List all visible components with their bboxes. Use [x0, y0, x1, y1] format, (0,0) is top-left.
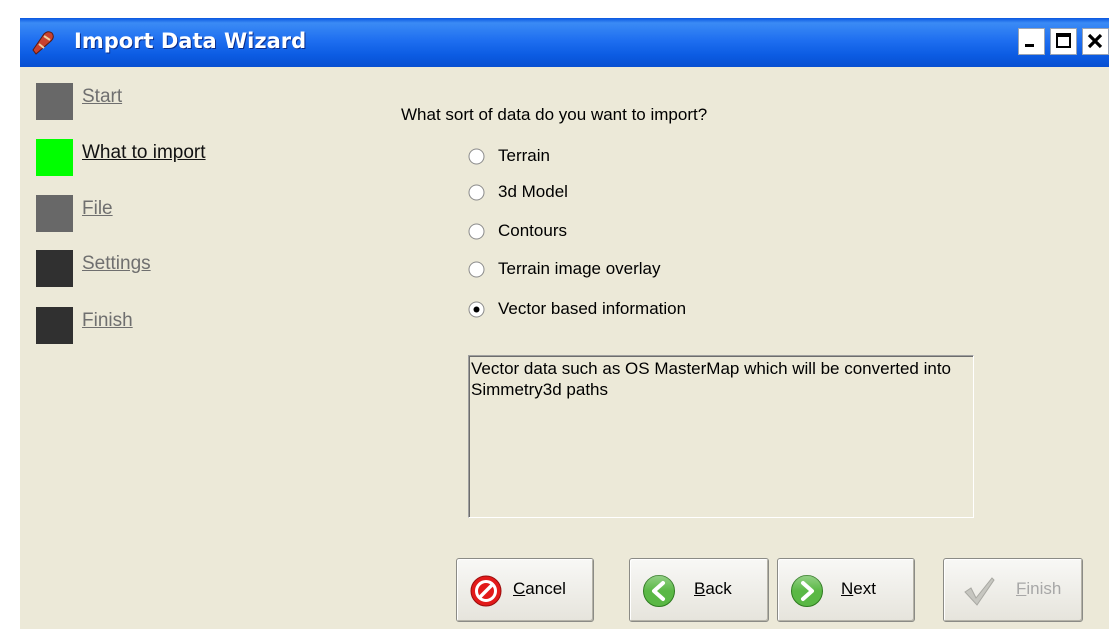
step-marker	[36, 250, 73, 287]
radio-label: Terrain	[498, 146, 550, 165]
radio-unchecked-icon[interactable]	[468, 223, 485, 240]
step-marker	[36, 307, 73, 344]
finish-button[interactable]: Finish	[943, 558, 1083, 622]
radio-label: Contours	[498, 221, 567, 240]
radio-label: Terrain image overlay	[498, 259, 661, 278]
cancel-label: Cancel	[513, 579, 566, 598]
radio-unchecked-icon[interactable]	[468, 261, 485, 278]
step-label[interactable]: Start	[82, 86, 122, 108]
import-data-wizard-window: Import Data Wizard Start What to import …	[20, 18, 1109, 629]
close-button[interactable]	[1082, 28, 1109, 55]
app-icon	[32, 31, 54, 55]
description-box: Vector data such as OS MasterMap which w…	[468, 355, 974, 518]
minimize-button[interactable]	[1018, 28, 1045, 55]
step-label[interactable]: Finish	[82, 310, 133, 332]
finish-label: Finish	[1016, 579, 1062, 598]
step-marker	[36, 139, 73, 176]
maximize-button[interactable]	[1050, 28, 1077, 55]
next-arrow-icon	[791, 575, 823, 607]
maximize-icon	[1056, 33, 1071, 48]
radio-label: Vector based information	[498, 299, 687, 318]
window-title: Import Data Wizard	[74, 29, 307, 53]
import-question: What sort of data do you want to import?	[401, 105, 708, 124]
back-arrow-icon	[643, 575, 675, 607]
back-label: Back	[694, 579, 732, 598]
step-label[interactable]: What to import	[82, 142, 206, 164]
radio-checked-icon[interactable]	[468, 301, 485, 318]
radio-label: 3d Model	[498, 182, 568, 201]
back-button[interactable]: Back	[629, 558, 769, 622]
cancel-button[interactable]: Cancel	[456, 558, 594, 622]
next-button[interactable]: Next	[777, 558, 915, 622]
step-label[interactable]: File	[82, 198, 113, 220]
step-marker	[36, 83, 73, 120]
step-marker	[36, 195, 73, 232]
cancel-icon	[470, 575, 502, 607]
description-text: Vector data such as OS MasterMap which w…	[471, 359, 952, 399]
radio-unchecked-icon[interactable]	[468, 184, 485, 201]
step-label[interactable]: Settings	[82, 253, 151, 275]
minimize-icon	[1025, 44, 1034, 47]
checkmark-icon	[964, 577, 995, 606]
title-bar[interactable]: Import Data Wizard	[20, 18, 1109, 67]
radio-unchecked-icon[interactable]	[468, 148, 485, 165]
next-label: Next	[841, 579, 876, 598]
close-icon	[1087, 33, 1103, 49]
